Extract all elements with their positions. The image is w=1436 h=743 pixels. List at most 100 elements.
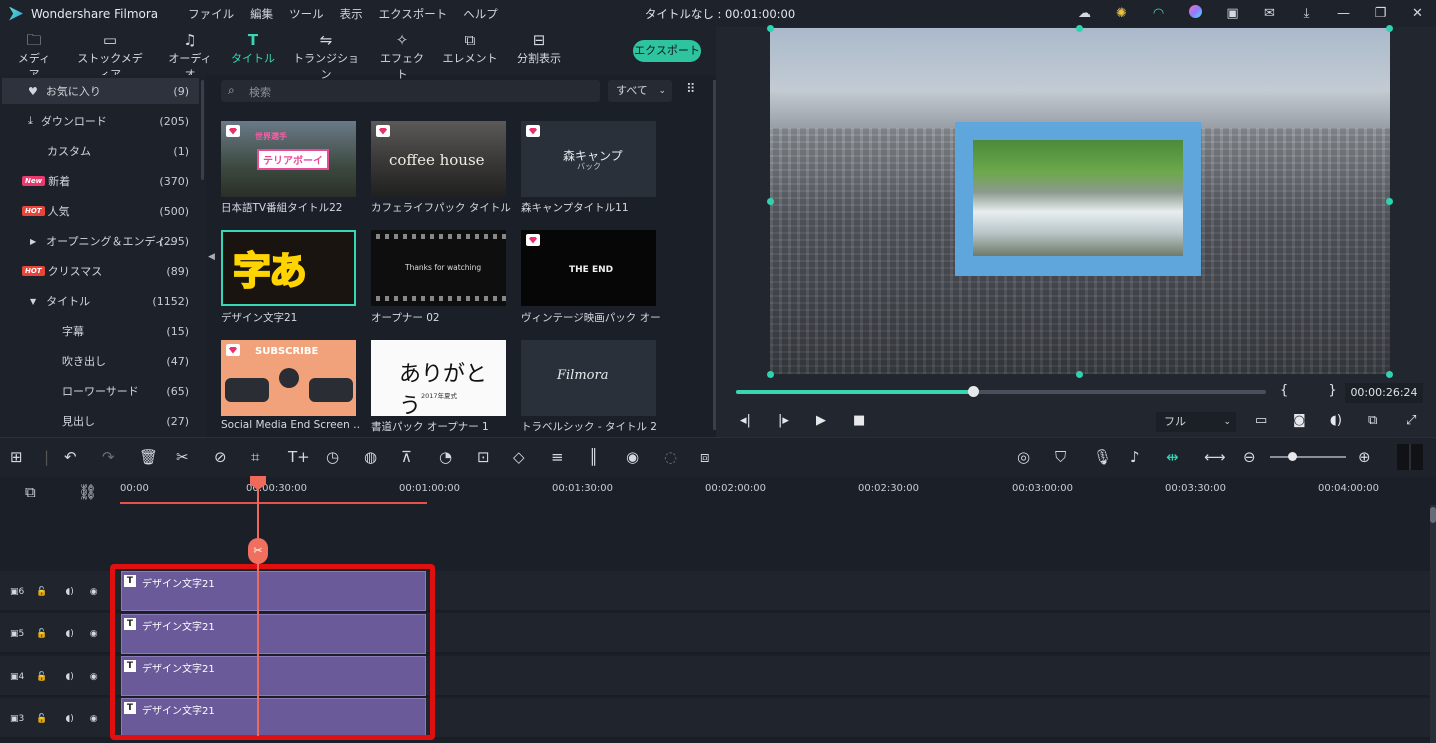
menu-export[interactable]: エクスポート [379, 6, 448, 22]
collapse-sidebar-icon[interactable]: ◀ [206, 245, 217, 269]
sidebar-item-download[interactable]: ⤓ ダウンロード (205) [2, 108, 199, 134]
zoom-slider-knob[interactable] [1288, 452, 1297, 461]
prev-frame-icon[interactable]: ◂| [740, 413, 751, 428]
avatar-icon[interactable] [1177, 5, 1214, 22]
music-list-icon[interactable]: ♪ [1130, 448, 1140, 466]
filter-dropdown[interactable]: すべて ⌄ [608, 80, 672, 102]
sidebar-item-opening-ending[interactable]: ▶ オープニング＆エンディ… (295) [2, 228, 199, 254]
mask-icon[interactable]: ◇ [513, 448, 525, 466]
menu-view[interactable]: 表示 [340, 6, 363, 22]
eye-icon[interactable]: ◉ [90, 629, 98, 639]
quality-dropdown[interactable]: フル ⌄ [1156, 412, 1236, 432]
play-icon[interactable]: ▶ [816, 413, 826, 428]
panel-toggle-icon[interactable] [1397, 444, 1423, 470]
eye-icon[interactable]: ◉ [90, 714, 98, 724]
speaker-icon[interactable]: ◖) [65, 629, 73, 639]
sidebar-item-custom[interactable]: カスタム (1) [2, 138, 199, 164]
sidebar-item-new[interactable]: New 新着 (370) [2, 168, 199, 194]
preview-video[interactable] [770, 28, 1390, 374]
tab-effects[interactable]: ✧ エフェクト [378, 30, 426, 82]
speed-icon[interactable]: ◷ [326, 448, 339, 466]
download-icon[interactable]: ⤓ [1288, 6, 1325, 21]
speaker-icon[interactable]: ◖) [65, 672, 73, 682]
snapshot-camera-icon[interactable]: ◙ [1293, 413, 1306, 428]
microphone-icon[interactable]: 🎙 [1093, 448, 1112, 466]
sidebar-item-titles[interactable]: ▼ タイトル (1152) [2, 288, 199, 314]
zoom-in-icon[interactable]: ⊕ [1358, 448, 1371, 466]
search-field[interactable]: ⌕ 検索 [221, 80, 600, 102]
audio-detach-icon[interactable]: ◉ [626, 448, 639, 466]
volume-icon[interactable]: ◖) [1330, 413, 1342, 428]
lock-icon[interactable]: 🔓 [36, 714, 47, 724]
lock-icon[interactable]: 🔓 [36, 629, 47, 639]
tab-split-screen[interactable]: ⊟ 分割表示 [512, 30, 566, 66]
sidebar-item-lower-thirds[interactable]: ローワーサード (65) [2, 378, 199, 404]
export-button[interactable]: エクスポート [633, 40, 701, 62]
color-palette-icon[interactable]: ◍ [364, 448, 377, 466]
speaker-icon[interactable]: ◖) [65, 714, 73, 724]
pip-frame[interactable] [955, 122, 1201, 276]
resize-handle[interactable] [1076, 371, 1083, 378]
audio-wave-icon[interactable]: ║ [589, 448, 598, 466]
menu-edit[interactable]: 編集 [250, 6, 273, 22]
thumbnail-design-moji-21[interactable]: 字あ [221, 230, 356, 306]
split-clip-icon[interactable]: ⧈ [700, 448, 710, 466]
save-icon[interactable]: ▣ [1214, 6, 1251, 21]
work-area-range[interactable] [120, 502, 427, 504]
undo-icon[interactable]: ↶ [64, 448, 77, 466]
eye-icon[interactable]: ◉ [90, 672, 98, 682]
thumbnail-travel-title[interactable]: Filmora [521, 340, 656, 416]
thumbnail-jp-tv-title[interactable]: 世界選手 テリアボーイ [221, 121, 356, 197]
green-screen-icon[interactable]: ⊼ [401, 448, 412, 466]
close-icon[interactable]: ✕ [1399, 6, 1436, 21]
resize-handle[interactable] [1386, 25, 1393, 32]
sidebar-item-headings[interactable]: 見出し (27) [2, 408, 199, 434]
tab-transitions[interactable]: ⇋ トランジション [292, 30, 360, 82]
cut-icon[interactable]: ✂ [176, 448, 189, 466]
lock-icon[interactable]: 🔓 [36, 587, 47, 597]
sidebar-item-popular[interactable]: HOT 人気 (500) [2, 198, 199, 224]
thumbnail-opener-02[interactable]: Thanks for watching [371, 230, 506, 306]
resize-handle[interactable] [1386, 198, 1393, 205]
stabilize-icon[interactable]: ⊡ [477, 448, 490, 466]
mail-icon[interactable]: ✉ [1251, 6, 1288, 21]
crop-icon[interactable]: ⌗ [251, 448, 259, 466]
lightbulb-icon[interactable]: ✺ [1103, 6, 1140, 21]
grid-view-icon[interactable]: ⠿ [686, 82, 696, 97]
snap-icon[interactable]: ⇹ [1166, 448, 1179, 466]
headset-icon[interactable]: ◠ [1140, 6, 1177, 21]
thumbnail-vintage-the-end[interactable]: THE END [521, 230, 656, 306]
marker-shield-icon[interactable]: ⛉ [1055, 448, 1066, 466]
unlink-icon[interactable]: ⛓ [78, 483, 97, 501]
maximize-icon[interactable]: ❐ [1362, 6, 1399, 21]
sidebar-item-speech-bubbles[interactable]: 吹き出し (47) [2, 348, 199, 374]
sidebar-item-favorites[interactable]: ♥ お気に入り (9) [2, 78, 199, 104]
crop-ratio-icon[interactable]: ⧉ [1368, 413, 1377, 428]
playhead-line[interactable] [257, 480, 259, 736]
fit-timeline-icon[interactable]: ⟷ [1204, 448, 1226, 466]
tab-titles[interactable]: T タイトル [230, 30, 276, 66]
monitor-icon[interactable]: ▭ [1255, 413, 1267, 428]
thumbnail-calligraphy-opener[interactable]: ありがとう 2017年夏式 [371, 340, 506, 416]
resize-handle[interactable] [1386, 371, 1393, 378]
thumbnail-forest-camp[interactable]: 森キャンプ バック [521, 121, 656, 197]
menu-file[interactable]: ファイル [188, 6, 234, 22]
redo-icon[interactable]: ↷ [102, 448, 115, 466]
resize-handle[interactable] [767, 198, 774, 205]
scissors-split-icon[interactable]: ✂ [248, 538, 268, 564]
fullscreen-icon[interactable]: ⤢ [1406, 413, 1416, 428]
sidebar-item-subtitles[interactable]: 字幕 (15) [2, 318, 199, 344]
stop-icon[interactable]: ■ [853, 413, 865, 428]
timeline-vertical-scrollbar[interactable] [1430, 505, 1436, 743]
add-text-icon[interactable]: T+ [288, 448, 310, 466]
resize-handle[interactable] [1076, 25, 1083, 32]
tab-elements[interactable]: ⧉ エレメント [442, 30, 498, 66]
preview-progress-knob[interactable] [968, 386, 979, 397]
eye-icon[interactable]: ◉ [90, 587, 98, 597]
minimize-icon[interactable]: — [1325, 6, 1362, 21]
sidebar-scrollbar[interactable] [201, 80, 204, 180]
thumbnail-social-media-end-screen[interactable]: SUBSCRIBE [221, 340, 356, 416]
speaker-icon[interactable]: ◖) [65, 587, 73, 597]
adjust-icon[interactable]: ≡ [551, 448, 564, 466]
zoom-out-icon[interactable]: ⊖ [1243, 448, 1256, 466]
